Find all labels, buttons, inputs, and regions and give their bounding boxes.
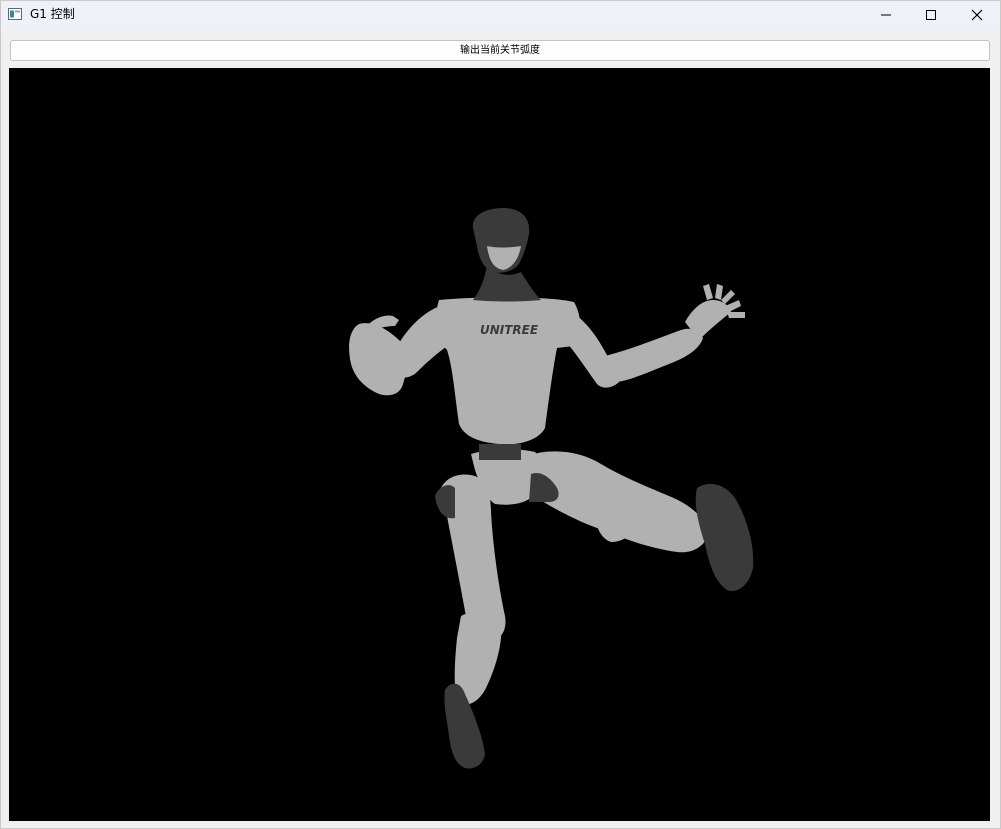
window-title: G1 控制 — [30, 7, 75, 21]
app-window: G1 控制 输出当前关节弧度 UNITREE — [0, 0, 1001, 829]
robot-chest-logo: UNITREE — [480, 323, 539, 337]
robot-model-render: UNITREE — [349, 208, 754, 769]
minimize-button[interactable] — [863, 1, 909, 29]
minimize-icon — [881, 14, 891, 16]
output-joint-radians-button[interactable]: 输出当前关节弧度 — [10, 40, 990, 61]
robot-3d-viewport[interactable]: UNITREE — [9, 68, 990, 821]
title-bar[interactable]: G1 控制 — [1, 1, 1000, 29]
maximize-button[interactable] — [908, 1, 954, 29]
close-icon — [971, 9, 983, 21]
maximize-icon — [926, 10, 936, 20]
close-button[interactable] — [954, 1, 1000, 29]
app-window-icon — [8, 8, 22, 20]
